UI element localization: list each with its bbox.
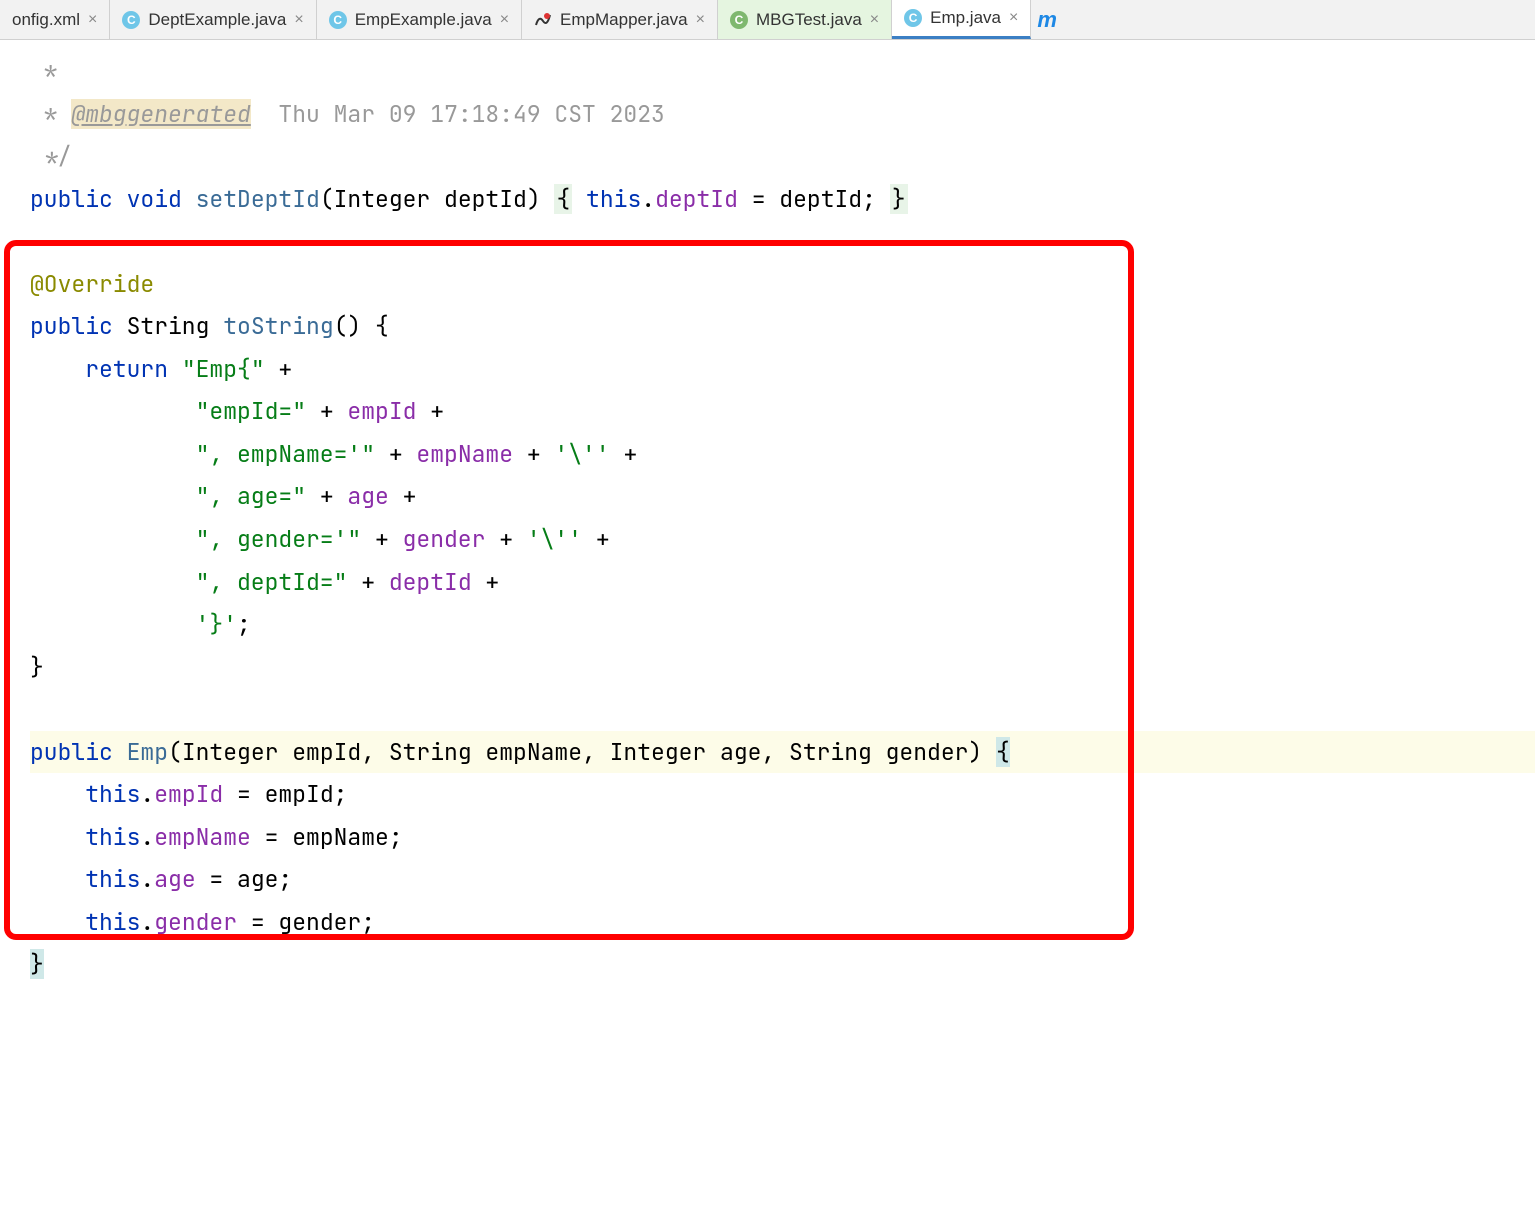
type: String xyxy=(127,311,224,341)
string: "Emp{" xyxy=(182,354,265,384)
annotation: @Override xyxy=(30,269,154,299)
tab-label: Emp.java xyxy=(930,8,1001,28)
code-text: . xyxy=(140,864,154,894)
tab-label: onfig.xml xyxy=(12,10,80,30)
field: gender xyxy=(403,524,486,554)
tab-deptexample[interactable]: C DeptExample.java × xyxy=(110,0,316,39)
keyword: this xyxy=(30,907,140,937)
keyword: void xyxy=(127,184,196,214)
javadoc-tag: @mbggenerated xyxy=(71,99,250,129)
field: empId xyxy=(347,396,416,426)
code-text: * xyxy=(30,99,71,129)
field: empId xyxy=(154,779,223,809)
code-text: () { xyxy=(334,311,389,341)
keyword: this xyxy=(572,184,641,214)
method-name: toString xyxy=(223,311,333,341)
code-text: */ xyxy=(30,141,71,171)
code-text: + xyxy=(347,567,388,597)
class-icon: C xyxy=(730,11,748,29)
m-icon[interactable]: m xyxy=(1031,0,1063,39)
code-editor[interactable]: * * @mbggenerated Thu Mar 09 17:18:49 CS… xyxy=(0,40,1535,986)
class-icon: C xyxy=(122,11,140,29)
code-text: = deptId; xyxy=(738,184,890,214)
string: '\'' xyxy=(527,524,582,554)
close-icon[interactable]: × xyxy=(88,11,97,29)
tab-emp[interactable]: C Emp.java × xyxy=(892,0,1031,39)
code-text: + xyxy=(513,439,554,469)
code-text: = empName; xyxy=(251,822,403,852)
tab-empexample[interactable]: C EmpExample.java × xyxy=(317,0,522,39)
code-text: (Integer deptId) xyxy=(320,184,555,214)
code-text: + xyxy=(389,481,417,511)
code-text: * xyxy=(30,56,58,86)
code-text: + xyxy=(472,567,500,597)
tab-label: DeptExample.java xyxy=(148,10,286,30)
class-icon: C xyxy=(904,9,922,27)
code-text: + xyxy=(361,524,402,554)
code-text: + xyxy=(582,524,610,554)
string: ", empName='" xyxy=(30,439,375,469)
string: ", age=" xyxy=(30,481,306,511)
brace: } xyxy=(30,949,44,979)
method-name: setDeptId xyxy=(196,184,320,214)
code-text: = empId; xyxy=(223,779,347,809)
code-text: + xyxy=(610,439,638,469)
close-icon[interactable]: × xyxy=(696,11,705,29)
brace: } xyxy=(890,184,908,214)
code-text: + xyxy=(416,396,444,426)
keyword: this xyxy=(30,864,140,894)
mapper-icon xyxy=(534,11,552,29)
brace: { xyxy=(996,737,1010,767)
code-text: } xyxy=(30,652,44,682)
code-text: + xyxy=(485,524,526,554)
field: gender xyxy=(154,907,237,937)
field: empName xyxy=(154,822,251,852)
class-icon: C xyxy=(329,11,347,29)
string: ", deptId=" xyxy=(30,567,347,597)
code-text: Thu Mar 09 17:18:49 CST 2023 xyxy=(251,99,665,129)
tab-label: EmpMapper.java xyxy=(560,10,688,30)
string: '\'' xyxy=(554,439,609,469)
close-icon[interactable]: × xyxy=(870,11,879,29)
keyword: public xyxy=(30,311,127,341)
tab-mbgtest[interactable]: C MBGTest.java × xyxy=(718,0,892,39)
string: ", gender='" xyxy=(30,524,361,554)
code-text: (Integer empId, String empName, Integer … xyxy=(168,737,996,767)
string: "empId=" xyxy=(30,396,306,426)
code-text: + xyxy=(306,481,347,511)
field: age xyxy=(347,481,388,511)
tab-label: MBGTest.java xyxy=(756,10,862,30)
code-text: . xyxy=(140,822,154,852)
code-text: + xyxy=(306,396,347,426)
close-icon[interactable]: × xyxy=(1009,9,1018,27)
field: age xyxy=(154,864,195,894)
code-text: ; xyxy=(237,609,251,639)
keyword: this xyxy=(30,779,140,809)
editor-tab-bar: onfig.xml × C DeptExample.java × C EmpEx… xyxy=(0,0,1535,40)
code-text: . xyxy=(140,907,154,937)
code-text: . xyxy=(641,184,655,214)
keyword: public xyxy=(30,737,127,767)
code-text: . xyxy=(140,779,154,809)
brace: { xyxy=(554,184,572,214)
method-name: Emp xyxy=(127,737,168,767)
field: deptId xyxy=(655,184,738,214)
tab-label: EmpExample.java xyxy=(355,10,492,30)
keyword: public xyxy=(30,184,127,214)
keyword: this xyxy=(30,822,140,852)
code-text: + xyxy=(375,439,416,469)
code-text: + xyxy=(265,354,293,384)
close-icon[interactable]: × xyxy=(500,11,509,29)
close-icon[interactable]: × xyxy=(294,11,303,29)
field: empName xyxy=(416,439,513,469)
string: '}' xyxy=(30,609,237,639)
code-text: = gender; xyxy=(237,907,375,937)
tab-empmapper[interactable]: EmpMapper.java × xyxy=(522,0,718,39)
field: deptId xyxy=(389,567,472,597)
keyword: return xyxy=(30,354,182,384)
tab-config-xml[interactable]: onfig.xml × xyxy=(0,0,110,39)
code-text: = age; xyxy=(196,864,293,894)
